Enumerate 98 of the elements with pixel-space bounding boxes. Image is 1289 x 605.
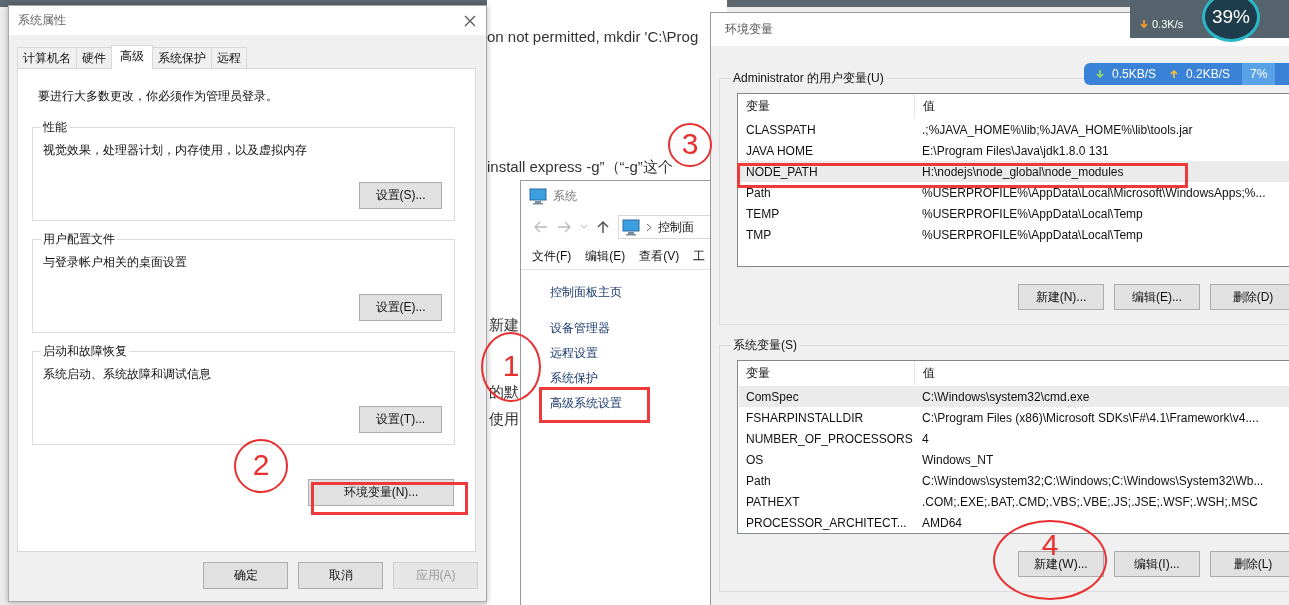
step-number: 3	[681, 127, 699, 161]
download-speed: 0.5KB/S	[1112, 67, 1157, 81]
list-button[interactable]: 新建(N)...	[1018, 284, 1104, 310]
table-cell-text: %USERPROFILE%\AppData\Local\Microsoft\WindowsApps;%...	[921, 185, 1266, 200]
table-cell-text: OS	[745, 452, 765, 467]
table-cell-text: CLASSPATH	[745, 122, 817, 137]
notice-text: 要进行大多数更改，你必须作为管理员登录。	[38, 88, 279, 105]
list-button[interactable]: 编辑(E)...	[1114, 284, 1200, 310]
back-arrow-icon	[534, 221, 548, 233]
download-arrow-icon	[1140, 20, 1148, 28]
table-cell-text: TMP	[745, 227, 773, 242]
table-cell-text: H:\nodejs\node_global\node_modules	[921, 164, 1124, 179]
column-header[interactable]: 值	[915, 94, 935, 118]
table-cell-text: Windows_NT	[921, 452, 994, 467]
cpu-usage-gauge: 39%	[1202, 0, 1260, 42]
step-number: 2	[252, 448, 270, 482]
list-row[interactable]: Path C:\Windows\system32;C:\Windows;C:\Windows\System32\Wb...	[739, 470, 1289, 491]
list-row[interactable]: PATHEXT .COM;.EXE;.BAT;.CMD;.VBS;.VBE;.JS;.JSE;.WSF;.WSH;.MSC	[739, 491, 1289, 512]
table-cell-text: TEMP	[745, 206, 781, 221]
tab[interactable]: 高级	[111, 45, 153, 69]
download-arrow-icon	[1096, 70, 1104, 78]
table-cell-text: .COM;.EXE;.BAT;.CMD;.VBS;.VBE;.JS;.JSE;.WSF;.WSH;.MSC	[921, 494, 1258, 509]
list-row[interactable]: TMP %USERPROFILE%\AppData\Local\Temp	[739, 224, 1289, 245]
list-row[interactable]: TEMP %USERPROFILE%\AppData\Local\Temp	[739, 203, 1289, 224]
table-cell-text: PROCESSOR_ARCHITECT...	[745, 515, 908, 530]
dialog-button[interactable]: 确定	[203, 562, 288, 589]
table-cell-text: NUMBER_OF_PROCESSORS	[745, 431, 914, 446]
group-description: 视觉效果，处理器计划，内存使用，以及虚拟内存	[43, 142, 308, 159]
list-row[interactable]: Path %USERPROFILE%\AppData\Local\Microsoft\WindowsApps;%...	[739, 182, 1289, 203]
tab[interactable]: 计算机名	[17, 47, 77, 68]
upload-arrow-icon	[1170, 70, 1179, 78]
group-title: 性能	[42, 119, 68, 136]
dialog-button[interactable]: 取消	[298, 562, 383, 589]
list-button[interactable]: 删除(L)	[1210, 551, 1289, 577]
menu-item[interactable]: 查看(V)	[639, 248, 680, 265]
table-cell-text: AMD64	[921, 515, 962, 530]
menu-item[interactable]: 工	[693, 248, 706, 265]
monitor-icon	[529, 188, 547, 205]
page-text: install express -g”（“-g”这个	[487, 158, 673, 177]
table-cell-text: JAVA HOME	[745, 143, 814, 158]
page-text: 新建	[489, 316, 519, 335]
window-title: 系统属性	[18, 12, 66, 29]
table-cell-text: NODE_PATH	[745, 164, 819, 179]
list-row[interactable]: ComSpec C:\Windows\system32\cmd.exe	[739, 386, 1289, 407]
table-cell-text: %USERPROFILE%\AppData\Local\Temp	[921, 227, 1143, 242]
caret-icon	[580, 224, 588, 230]
list-row[interactable]: NUMBER_OF_PROCESSORS 4	[739, 428, 1289, 449]
usage-percent: 7%	[1242, 63, 1276, 85]
table-cell-text: FSHARPINSTALLDIR	[745, 410, 865, 425]
group-title: 系统变量(S)	[732, 337, 798, 354]
column-header[interactable]: 变量	[739, 94, 915, 118]
upload-speed: 0.2KB/S	[1186, 67, 1231, 81]
table-cell-text: ComSpec	[745, 389, 800, 404]
address-text: 控制面	[658, 218, 694, 236]
up-arrow-icon	[597, 220, 609, 234]
table-cell-text: %USERPROFILE%\AppData\Local\Temp	[921, 206, 1143, 221]
page-text: 使用	[489, 410, 519, 429]
group-title: 用户配置文件	[42, 231, 116, 248]
forward-arrow-icon	[557, 221, 571, 233]
list-button[interactable]: 编辑(I)...	[1114, 551, 1200, 577]
group-title: Administrator 的用户变量(U)	[732, 70, 885, 87]
group-description: 系统启动、系统故障和调试信息	[43, 366, 212, 383]
table-cell-text: E:\Program Files\Java\jdk1.8.0 131	[921, 143, 1109, 158]
table-cell-text: PATHEXT	[745, 494, 801, 509]
group-description: 与登录帐户相关的桌面设置	[43, 254, 188, 271]
annotation-ring	[481, 332, 541, 402]
table-cell-text: C:\Windows\system32;C:\Windows;C:\Windows\System32\Wb...	[921, 473, 1264, 488]
table-cell-text: .;%JAVA_HOME%\lib;%JAVA_HOME%\lib\tools.jar	[921, 122, 1193, 137]
window-title: 环境变量	[725, 21, 773, 38]
list-button[interactable]: 删除(D)	[1210, 284, 1289, 310]
table-cell-text: C:\Program Files (x86)\Microsoft SDKs\F#\4.1\Framework\v4....	[921, 410, 1259, 425]
step-number: 1	[502, 349, 520, 383]
menu-item[interactable]: 文件(F)	[532, 248, 572, 265]
environment-variables-button[interactable]: 环境变量(N)...	[308, 479, 454, 506]
annotation-ring	[234, 439, 288, 493]
list-row[interactable]: JAVA HOME E:\Program Files\Java\jdk1.8.0 131	[739, 140, 1289, 161]
column-header[interactable]: 值	[915, 361, 935, 385]
table-cell-text: Path	[745, 473, 772, 488]
settings-button[interactable]: 设置(S)...	[359, 182, 442, 209]
monitor-icon	[622, 218, 640, 236]
list-row[interactable]: CLASSPATH .;%JAVA_HOME%\lib;%JAVA_HOME%\lib\tools.jar	[739, 119, 1289, 140]
window-title: 系统	[553, 188, 577, 205]
table-cell-text: C:\Windows\system32\cmd.exe	[921, 389, 1090, 404]
column-header[interactable]: 变量	[739, 361, 915, 385]
chevron-icon	[646, 222, 652, 232]
page-text: on not permitted, mkdir 'C:\Prog	[487, 28, 699, 45]
table-cell-text: Path	[745, 185, 772, 200]
tab[interactable]: 远程	[211, 47, 247, 68]
download-speed: 0.3K/s	[1152, 17, 1184, 31]
close-icon	[464, 14, 476, 27]
list-row[interactable]: PROCESSOR_ARCHITECT... AMD64	[739, 512, 1289, 533]
settings-button[interactable]: 设置(T)...	[359, 406, 442, 433]
list-row[interactable]: FSHARPINSTALLDIR C:\Program Files (x86)\Microsoft SDKs\F#\4.1\Framework\v4....	[739, 407, 1289, 428]
group-title: 启动和故障恢复	[42, 343, 128, 360]
settings-button[interactable]: 设置(E)...	[359, 294, 442, 321]
list-row[interactable]: OS Windows_NT	[739, 449, 1289, 470]
menu-item[interactable]: 编辑(E)	[585, 248, 626, 265]
table-cell-text: 4	[921, 431, 929, 446]
